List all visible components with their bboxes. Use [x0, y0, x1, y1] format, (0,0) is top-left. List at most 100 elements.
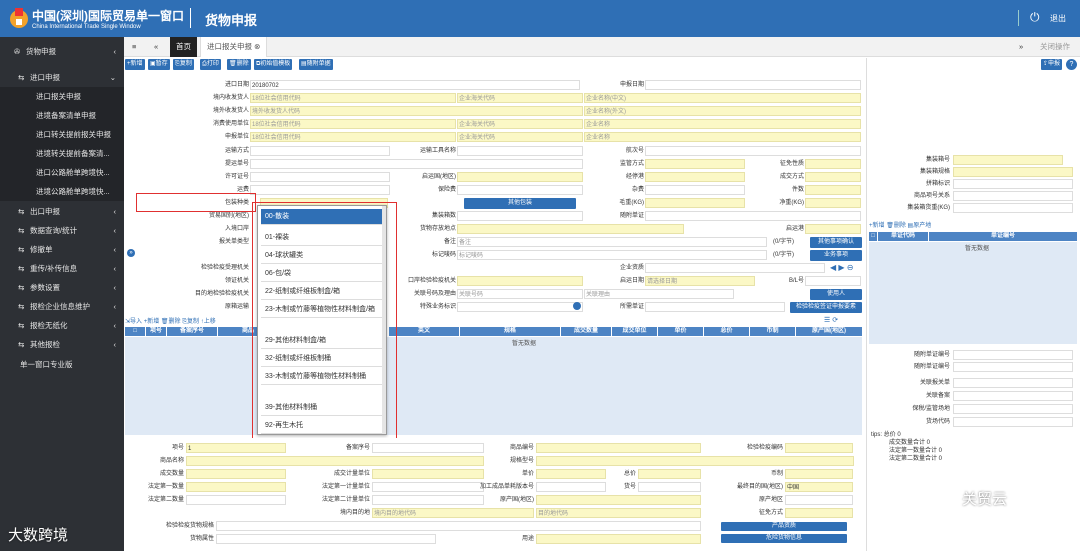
new-button[interactable]: +新增 [125, 59, 145, 70]
grid-new-button[interactable]: +新增 [144, 319, 160, 325]
container-weight-input[interactable] [953, 203, 1073, 213]
bill-no-input[interactable] [250, 159, 583, 169]
currency-input[interactable] [785, 469, 853, 479]
doc-checkbox-header[interactable]: □ [869, 232, 877, 241]
other-pack-button[interactable]: 其他包装 [464, 198, 576, 209]
legal-qty1-input[interactable] [186, 482, 286, 492]
voyage-input[interactable] [645, 146, 861, 156]
next-tab-icon[interactable]: » [1019, 37, 1023, 57]
gross-weight-input[interactable] [645, 198, 745, 208]
license-input[interactable] [250, 172, 390, 182]
sidebar-item[interactable]: ⇆ 重传/补传信息 ‹ [0, 259, 124, 278]
attached-docs-input[interactable] [645, 211, 861, 221]
save-button[interactable]: ▣暂存 [148, 59, 170, 70]
split-flag-input[interactable] [953, 179, 1073, 189]
yard-code-input[interactable] [953, 417, 1073, 427]
grid-up-button[interactable]: ↑上移 [201, 319, 216, 325]
other-confirm-button[interactable]: 其他事项确认 [810, 237, 862, 248]
import-date-field[interactable]: 20180702 [250, 80, 580, 90]
sidebar-item[interactable]: ⇆ 参数设置 ‹ [0, 278, 124, 297]
tab-current[interactable]: 进口报关申报 ⊗ [200, 37, 268, 57]
user-button[interactable]: 使用人 [810, 289, 862, 300]
item-no-input[interactable]: 1 [186, 443, 286, 453]
overseas-name-input[interactable]: 企业名称(外文) [584, 106, 861, 116]
sidebar-item[interactable]: ⇆ 数据查询/统计 ‹ [0, 221, 124, 240]
sidebar-item[interactable]: ⇆ 修撤单 ‹ [0, 240, 124, 259]
freight-input[interactable] [250, 185, 390, 195]
ins-code-input[interactable] [785, 443, 853, 453]
price-input[interactable] [536, 469, 606, 479]
net-weight-input[interactable] [805, 198, 861, 208]
rel-record-input[interactable] [953, 391, 1073, 401]
deal-mode-input[interactable] [805, 172, 861, 182]
record-no-input[interactable] [372, 443, 484, 453]
goods-no2-input[interactable] [638, 482, 701, 492]
goods-name-input[interactable] [186, 456, 484, 466]
dest-country-input[interactable]: 中国 [785, 482, 853, 492]
tax-nature-input[interactable] [805, 159, 861, 169]
goods-location-input[interactable] [457, 224, 684, 234]
doc-grid-body[interactable] [869, 242, 1077, 344]
sidebar-group-import[interactable]: ⇆ 进口申报 ⌄ [0, 68, 124, 87]
print-button[interactable]: ⎙打印 [200, 59, 221, 70]
sidebar-sub-item[interactable]: 进境公路舱单跨境快... [0, 182, 124, 201]
consumer-code-input[interactable]: 企业海关代码 [457, 119, 583, 129]
tax-mode-input[interactable] [785, 508, 853, 518]
template-button[interactable]: ⧉初始值模板 [254, 59, 293, 70]
port-inspection-input[interactable] [457, 276, 583, 286]
consumer-credit-input[interactable]: 18位社会信用代码 [250, 119, 456, 129]
close-menu[interactable]: 关闭操作 [1040, 37, 1070, 57]
consignee-code-input[interactable]: 企业海关代码 [457, 93, 583, 103]
logout-button[interactable]: 退出 [1050, 13, 1066, 24]
close-icon[interactable]: ⊗ [254, 42, 260, 51]
legal-qty2-input[interactable] [186, 495, 286, 505]
sidebar-sub-item[interactable]: 进口转关提前报关申报 [0, 125, 124, 144]
origin-input[interactable] [536, 495, 701, 505]
pieces-input[interactable] [805, 185, 861, 195]
copy-button[interactable]: ⎘复制 [173, 59, 194, 70]
special-business-input[interactable] [457, 302, 583, 312]
bl-input[interactable] [805, 276, 861, 286]
misc-input[interactable] [645, 185, 745, 195]
import-button[interactable]: ⇲导入 [125, 319, 142, 325]
attached-docs-button[interactable]: ▤随附单据 [299, 59, 333, 70]
container-spec-input[interactable] [953, 167, 1073, 177]
use-input[interactable] [536, 534, 701, 544]
sidebar-item[interactable]: ⇆ 出口申报 ‹ [0, 202, 124, 221]
total-input[interactable] [638, 469, 701, 479]
consumer-name-input[interactable]: 企业名称 [584, 119, 861, 129]
overseas-code-input[interactable]: 境外收发货人代码 [250, 106, 583, 116]
expand-icon[interactable]: » [127, 249, 135, 257]
port-input[interactable] [645, 172, 745, 182]
required-cert-input[interactable] [645, 302, 785, 312]
declarer-code-input[interactable]: 企业海关代码 [457, 132, 583, 142]
doc-origin-button[interactable]: ▤原产地 [908, 223, 932, 229]
sidebar-sub-item[interactable]: 进境备案清单申报 [0, 106, 124, 125]
supervise-mode-input[interactable] [645, 159, 745, 169]
rel-declare-input[interactable] [953, 378, 1073, 388]
sidebar-item[interactable]: ⇆ 其他报检 ‹ [0, 335, 124, 354]
grid-copy-button[interactable]: ⎘复制 [182, 319, 199, 325]
help-icon[interactable]: ? [1066, 59, 1077, 70]
container-no-input[interactable] [953, 155, 1063, 165]
sidebar-item[interactable]: ⇆ 报检无纸化 ‹ [0, 316, 124, 335]
power-icon[interactable]: ⏻ [1030, 10, 1040, 25]
goods-no-input[interactable] [536, 443, 701, 453]
grid-delete-button[interactable]: 🗑删除 [161, 319, 181, 325]
sidebar-sub-item[interactable]: 进境转关提前备案清... [0, 144, 124, 163]
related-no-input[interactable]: 关联号码 [457, 289, 583, 299]
origin2-input[interactable] [785, 495, 853, 505]
dest-place-input[interactable]: 境内目的地代码 [372, 508, 534, 518]
att-no2-input[interactable] [953, 362, 1073, 372]
origin-country-input[interactable] [457, 172, 583, 182]
delete-button[interactable]: 🗑删除 [227, 59, 251, 70]
business-items-button[interactable]: 业务事项 [810, 250, 862, 261]
consignee-name-input[interactable]: 企业名称(中文) [584, 93, 861, 103]
att-no-input[interactable] [953, 350, 1073, 360]
declarer-name-input[interactable]: 企业名称 [584, 132, 861, 142]
container-count-input[interactable] [457, 211, 583, 221]
inspection-cert-button[interactable]: 检验检疫签证申报要素 [790, 302, 862, 313]
transport-mode-input[interactable] [250, 146, 390, 156]
legal-unit2-input[interactable] [372, 495, 484, 505]
sidebar-item[interactable]: ⇆ 报检企业信息维护 ‹ [0, 297, 124, 316]
